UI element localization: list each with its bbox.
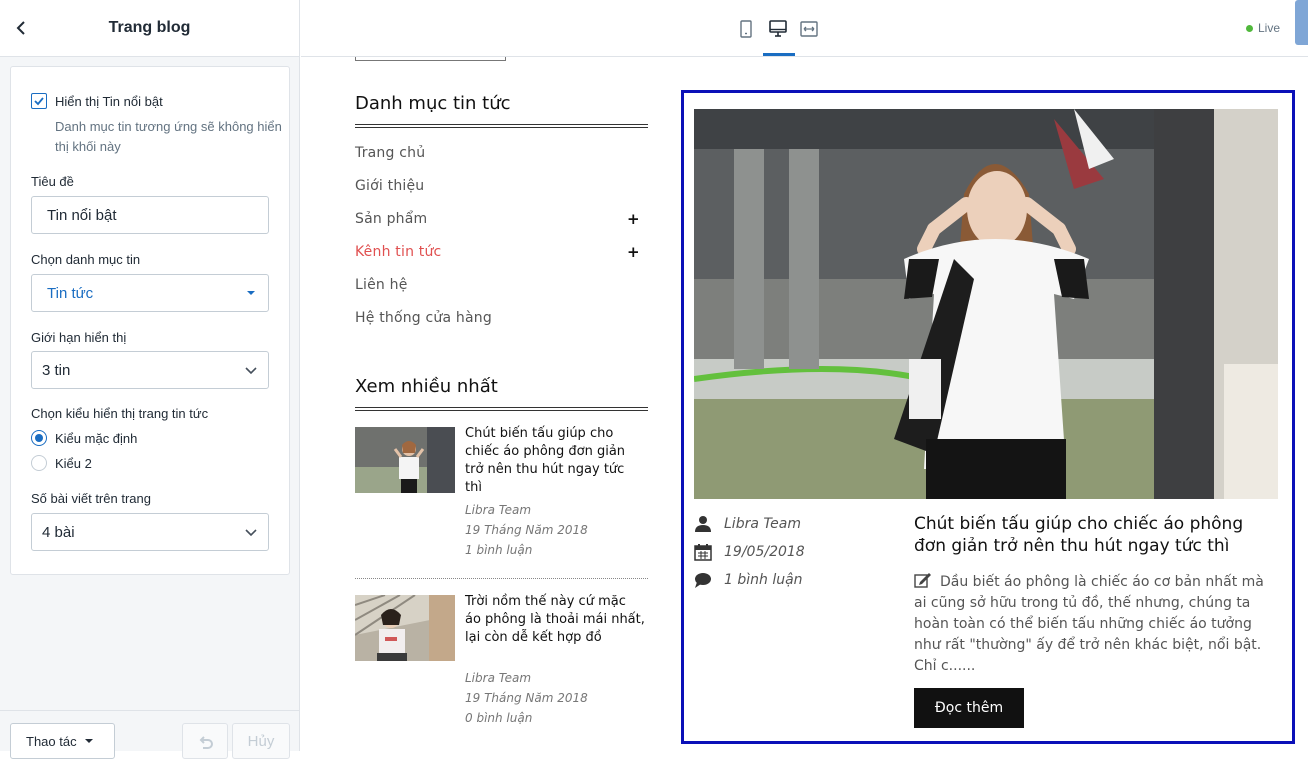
post-comments: 0 bình luận bbox=[465, 711, 533, 725]
calendar-icon bbox=[694, 544, 712, 561]
category-label: Chọn danh mục tin bbox=[31, 252, 141, 267]
desktop-icon[interactable] bbox=[767, 18, 789, 40]
radio-selected[interactable] bbox=[31, 430, 47, 446]
featured-author-name: Libra Team bbox=[724, 516, 802, 532]
category-select-value: Tin tức bbox=[47, 284, 94, 302]
featured-title-link[interactable]: Chút biến tấu giúp cho chiếc áo phông đơ… bbox=[914, 513, 1274, 557]
undo-icon bbox=[199, 736, 213, 749]
post-date: 19 Tháng Năm 2018 bbox=[465, 691, 588, 705]
per-page-select[interactable]: 4 bài bbox=[31, 513, 269, 551]
menu-item-news[interactable]: Kênh tin tức bbox=[355, 244, 441, 260]
limit-label: Giới hạn hiển thị bbox=[31, 330, 127, 345]
actions-label: Thao tác bbox=[26, 733, 77, 749]
popular-title: Xem nhiều nhất bbox=[355, 376, 498, 397]
actions-dropdown-button[interactable]: Thao tác bbox=[10, 723, 115, 759]
radio-unselected[interactable] bbox=[31, 455, 47, 471]
post-author: Libra Team bbox=[465, 671, 532, 685]
per-page-select-value: 4 bài bbox=[42, 523, 75, 541]
featured-post-block[interactable]: Libra Team 19/05/2018 1 bình luận Chút b… bbox=[681, 90, 1295, 744]
featured-comments-value: 1 bình luận bbox=[724, 572, 803, 588]
style-option-label: Kiểu 2 bbox=[55, 455, 92, 471]
user-icon bbox=[695, 516, 711, 532]
theme-editor-sidebar: Trang blog Hiển thị Tin nổi bật Danh mục… bbox=[0, 0, 300, 759]
active-device-indicator bbox=[763, 53, 795, 56]
featured-author: Libra Team bbox=[694, 515, 801, 533]
post-author: Libra Team bbox=[465, 503, 532, 517]
undo-button[interactable] bbox=[182, 723, 228, 759]
featured-comments: 1 bình luận bbox=[694, 571, 803, 589]
heading-input[interactable]: Tin nổi bật bbox=[31, 196, 269, 234]
sidebar-footer: Thao tác Hủy bbox=[0, 710, 300, 759]
post-thumbnail[interactable] bbox=[355, 427, 455, 493]
search-box-edge bbox=[355, 57, 506, 61]
featured-date: 19/05/2018 bbox=[694, 543, 805, 561]
show-featured-checkbox[interactable] bbox=[31, 93, 47, 109]
post-date: 19 Tháng Năm 2018 bbox=[465, 523, 588, 537]
per-page-label: Số bài viết trên trang bbox=[31, 491, 151, 506]
menu-item-about[interactable]: Giới thiệu bbox=[355, 178, 424, 194]
storefront-preview: Danh mục tin tức Trang chủ Giới thiệu Sả… bbox=[301, 57, 1308, 751]
show-featured-label: Hiển thị Tin nổi bật bbox=[55, 93, 163, 109]
read-more-button[interactable]: Đọc thêm bbox=[914, 688, 1024, 728]
style-option-default[interactable]: Kiểu mặc định bbox=[31, 430, 137, 446]
post-title-link[interactable]: Trời nồm thế này cứ mặc áo phông là thoả… bbox=[465, 593, 645, 647]
cancel-button[interactable]: Hủy bbox=[232, 723, 290, 759]
post-divider bbox=[355, 578, 648, 579]
caret-down-icon bbox=[247, 291, 255, 295]
menu-item-contact[interactable]: Liên hệ bbox=[355, 277, 408, 293]
live-dot-icon bbox=[1245, 24, 1253, 32]
style-label: Chọn kiểu hiển thị trang tin tức bbox=[31, 406, 209, 421]
section-divider bbox=[355, 407, 648, 411]
edit-icon bbox=[914, 573, 931, 588]
featured-image[interactable] bbox=[694, 109, 1278, 499]
chevron-down-icon bbox=[245, 367, 257, 375]
style-option-2[interactable]: Kiểu 2 bbox=[31, 455, 92, 471]
post-comments: 1 bình luận bbox=[465, 543, 533, 557]
limit-select[interactable]: 3 tin bbox=[31, 351, 269, 389]
settings-card: Hiển thị Tin nổi bật Danh mục tin tương … bbox=[10, 66, 290, 575]
caret-down-icon bbox=[84, 739, 93, 743]
featured-excerpt-text: Dầu biết áo phông là chiếc áo cơ bản nhấ… bbox=[914, 574, 1264, 674]
limit-select-value: 3 tin bbox=[42, 361, 71, 379]
menu-item-home[interactable]: Trang chủ bbox=[355, 145, 425, 161]
preview-toolbar: Live bbox=[301, 0, 1308, 57]
live-label: Live bbox=[1257, 21, 1280, 35]
post-photo-image bbox=[355, 595, 455, 661]
expand-products-icon[interactable]: + bbox=[627, 210, 640, 228]
featured-excerpt: Dầu biết áo phông là chiếc áo cơ bản nhấ… bbox=[914, 572, 1274, 677]
comment-icon bbox=[695, 573, 711, 588]
chevron-down-icon bbox=[245, 529, 257, 537]
menu-item-products[interactable]: Sản phẩm bbox=[355, 211, 427, 227]
fullwidth-icon[interactable] bbox=[798, 18, 820, 40]
live-status: Live bbox=[1245, 21, 1280, 35]
categories-title: Danh mục tin tức bbox=[355, 93, 511, 114]
post-photo-image bbox=[355, 427, 455, 493]
post-thumbnail[interactable] bbox=[355, 595, 455, 661]
sidebar-title: Trang blog bbox=[108, 19, 191, 36]
menu-item-stores[interactable]: Hệ thống cửa hàng bbox=[355, 310, 492, 326]
show-featured-checkbox-row[interactable]: Hiển thị Tin nổi bật bbox=[31, 93, 163, 109]
featured-photo-image bbox=[694, 109, 1278, 499]
mobile-icon[interactable] bbox=[735, 18, 757, 40]
category-select[interactable]: Tin tức bbox=[31, 274, 269, 312]
section-divider bbox=[355, 124, 648, 128]
save-button-edge[interactable] bbox=[1295, 0, 1308, 45]
expand-news-icon[interactable]: + bbox=[627, 243, 640, 261]
featured-date-value: 19/05/2018 bbox=[724, 544, 805, 560]
style-option-label: Kiểu mặc định bbox=[55, 430, 138, 446]
checkmark-icon bbox=[34, 97, 44, 106]
sidebar-header: Trang blog bbox=[0, 0, 299, 57]
show-featured-help: Danh mục tin tương ứng sẽ không hiển thị… bbox=[55, 119, 282, 154]
heading-label: Tiêu đề bbox=[31, 174, 74, 189]
post-title-link[interactable]: Chút biến tấu giúp cho chiếc áo phông đơ… bbox=[465, 425, 645, 497]
heading-input-value: Tin nổi bật bbox=[47, 206, 117, 224]
back-arrow-icon[interactable] bbox=[12, 18, 32, 38]
